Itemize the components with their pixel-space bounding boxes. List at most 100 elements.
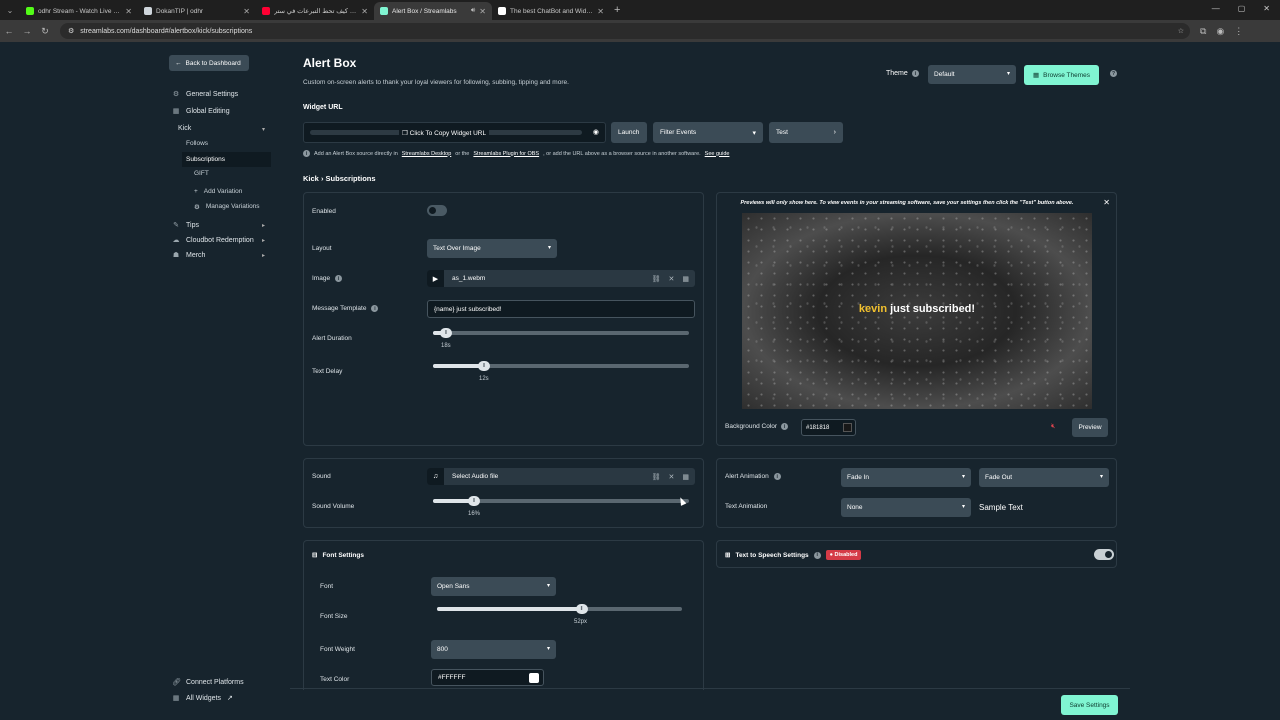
test-button[interactable]: Test › (769, 122, 843, 143)
widget-url-field[interactable]: ❐ Click To Copy Widget URL ◉ (303, 122, 606, 143)
bookmark-star-icon[interactable]: ☆ (1178, 27, 1184, 35)
help-icon[interactable]: ? (1110, 70, 1117, 77)
manage-variations-link[interactable]: ⚙ Manage Variations (194, 203, 260, 211)
sound-volume-value: 16% (468, 511, 481, 517)
maximize-icon[interactable]: ▢ (1238, 4, 1246, 13)
all-widgets-link[interactable]: ▦ All Widgets ↗ (172, 694, 233, 703)
url-bar[interactable]: ⚙︎ streamlabs.com/dashboard#/alertbox/ki… (60, 23, 1190, 39)
close-window-icon[interactable]: ✕ (1263, 4, 1270, 13)
close-icon[interactable]: ✕ (669, 473, 675, 481)
info-icon[interactable]: i (335, 275, 343, 282)
enabled-toggle[interactable] (427, 205, 447, 216)
breadcrumb-parent[interactable]: Kick (303, 174, 319, 183)
link-icon[interactable]: ⛓ (652, 473, 661, 481)
slider-handle[interactable]: ‖ (467, 496, 480, 506)
chevron-right-icon[interactable]: ▸ (262, 222, 265, 229)
slider-handle[interactable]: ‖ (478, 361, 491, 371)
close-icon[interactable]: ✕ (243, 7, 250, 16)
color-swatch[interactable] (843, 423, 852, 432)
back-arrow-icon[interactable]: ← (0, 26, 18, 36)
chevron-right-icon[interactable]: ▸ (262, 252, 265, 259)
font-settings-header[interactable]: ⊟ Font Settings (312, 551, 364, 560)
animation-in-select[interactable]: Fade In ▾ (841, 468, 971, 487)
preview-button[interactable]: Preview (1072, 418, 1108, 437)
reload-icon[interactable]: ↻ (36, 26, 54, 37)
obs-plugin-link[interactable]: Streamlabs Plugin for OBS (473, 151, 539, 157)
browser-tab[interactable]: The best ChatBot and Widgets ✕ (492, 2, 610, 20)
streamlabs-desktop-link[interactable]: Streamlabs Desktop (402, 151, 452, 157)
close-icon[interactable]: ✕ (669, 275, 675, 283)
animation-out-select[interactable]: Fade Out ▾ (979, 468, 1109, 487)
tts-header[interactable]: ⊞ Text to Speech Settings i ● Disabled (725, 550, 862, 560)
close-icon[interactable]: ✕ (125, 7, 132, 16)
info-icon[interactable]: i (773, 473, 781, 480)
menu-dots-icon[interactable]: ⋮ (1234, 26, 1243, 37)
info-icon[interactable]: i (371, 305, 379, 312)
see-guide-link[interactable]: See guide (705, 151, 730, 157)
expand-icon[interactable]: ⊞ (725, 551, 730, 559)
font-size-slider[interactable]: ‖ (437, 604, 682, 614)
sidebar-item-cloudbot[interactable]: ☁ Cloudbot Redemption (172, 236, 254, 245)
forward-arrow-icon[interactable]: → (18, 26, 36, 36)
slider-handle[interactable]: ‖ (575, 604, 588, 614)
profile-icon[interactable]: ◉ (1216, 26, 1224, 37)
copy-widget-url[interactable]: ❐ Click To Copy Widget URL (399, 128, 490, 137)
add-variation-link[interactable]: + Add Variation (194, 188, 242, 195)
new-tab-icon[interactable]: + (614, 4, 620, 16)
info-icon[interactable]: i (781, 423, 789, 430)
site-info-icon[interactable]: ⚙︎ (68, 27, 74, 35)
sidebar-item-gift[interactable]: GIFT (194, 170, 209, 177)
browser-tab[interactable]: DokanTIP | odhr ✕ (138, 2, 256, 20)
sidebar-item-tips[interactable]: ✎ Tips (172, 221, 199, 230)
close-icon[interactable]: ✕ (479, 7, 486, 16)
close-icon[interactable]: ✕ (597, 7, 604, 16)
sidebar-item-follows[interactable]: Follows (186, 140, 208, 147)
browser-tab[interactable]: شرح كيف تحط التبرعات في ستر... ✕ (256, 2, 374, 20)
sound-volume-slider[interactable]: ‖ (433, 496, 689, 506)
browser-tab[interactable]: odhr Stream - Watch Live on Ki ✕ (20, 2, 138, 20)
collapse-icon[interactable]: ⊟ (312, 551, 317, 559)
chevron-down-icon[interactable]: ▾ (262, 126, 265, 133)
close-icon[interactable]: ✕ (361, 7, 368, 16)
connect-platforms-link[interactable]: 🔗︎ Connect Platforms (172, 678, 244, 687)
text-delay-slider[interactable]: ‖ (433, 361, 689, 371)
mute-icon[interactable]: 🔇︎ (1051, 423, 1055, 431)
sidebar-item-global-editing[interactable]: ▦ Global Editing (172, 107, 230, 116)
browse-themes-button[interactable]: ▦ Browse Themes (1024, 65, 1099, 85)
sidebar-item-kick[interactable]: Kick (178, 125, 191, 132)
browser-tab-active[interactable]: Alert Box / Streamlabs 🔊︎ ✕ (374, 2, 492, 20)
sidebar-item-merch[interactable]: ☗ Merch (172, 251, 206, 260)
save-settings-button[interactable]: Save Settings (1061, 695, 1118, 715)
sidebar-item-subscriptions[interactable]: Subscriptions (182, 152, 271, 167)
theme-select[interactable]: Default ▾ (928, 65, 1016, 84)
slider-handle[interactable]: ‖ (439, 328, 452, 338)
tab-search-icon[interactable]: ⌄ (0, 0, 20, 20)
grid-icon[interactable]: ▦ (682, 275, 689, 283)
layout-select[interactable]: Text Over Image ▾ (427, 239, 557, 258)
link-icon[interactable]: ⛓ (652, 275, 661, 283)
chevron-right-icon[interactable]: ▸ (262, 237, 265, 244)
speaker-icon[interactable]: 🔊︎ (471, 7, 475, 15)
message-template-input[interactable]: {name} just subscribed! (427, 300, 695, 318)
alert-duration-slider[interactable]: ‖ (433, 328, 689, 338)
launch-button[interactable]: Launch (611, 122, 647, 143)
filter-events-select[interactable]: Filter Events ▾ (653, 122, 763, 143)
image-file-field[interactable]: ▶ as_1.webm ⛓ ✕ ▦ (427, 270, 695, 287)
sidebar-item-general-settings[interactable]: ⚙ General Settings (172, 90, 238, 99)
font-weight-select[interactable]: 800 ▾ (431, 640, 556, 659)
extensions-icon[interactable]: ⧉ (1200, 26, 1206, 37)
close-icon[interactable]: ✕ (1103, 198, 1110, 207)
minimize-icon[interactable]: — (1212, 4, 1220, 13)
font-select[interactable]: Open Sans ▾ (431, 577, 556, 596)
text-animation-select[interactable]: None ▾ (841, 498, 971, 517)
info-icon[interactable]: i (911, 70, 919, 77)
back-to-dashboard-button[interactable]: ← Back to Dashboard (169, 55, 249, 71)
info-icon[interactable]: i (813, 551, 821, 559)
background-color-input[interactable]: #181818 (801, 419, 856, 436)
text-color-input[interactable]: #FFFFFF (431, 669, 544, 686)
tts-toggle[interactable] (1094, 549, 1114, 560)
color-swatch[interactable] (529, 673, 539, 683)
eye-icon[interactable]: ◉ (593, 128, 599, 136)
sound-file-field[interactable]: ♫ Select Audio file ⛓ ✕ ▦ (427, 468, 695, 485)
grid-icon[interactable]: ▦ (682, 473, 689, 481)
